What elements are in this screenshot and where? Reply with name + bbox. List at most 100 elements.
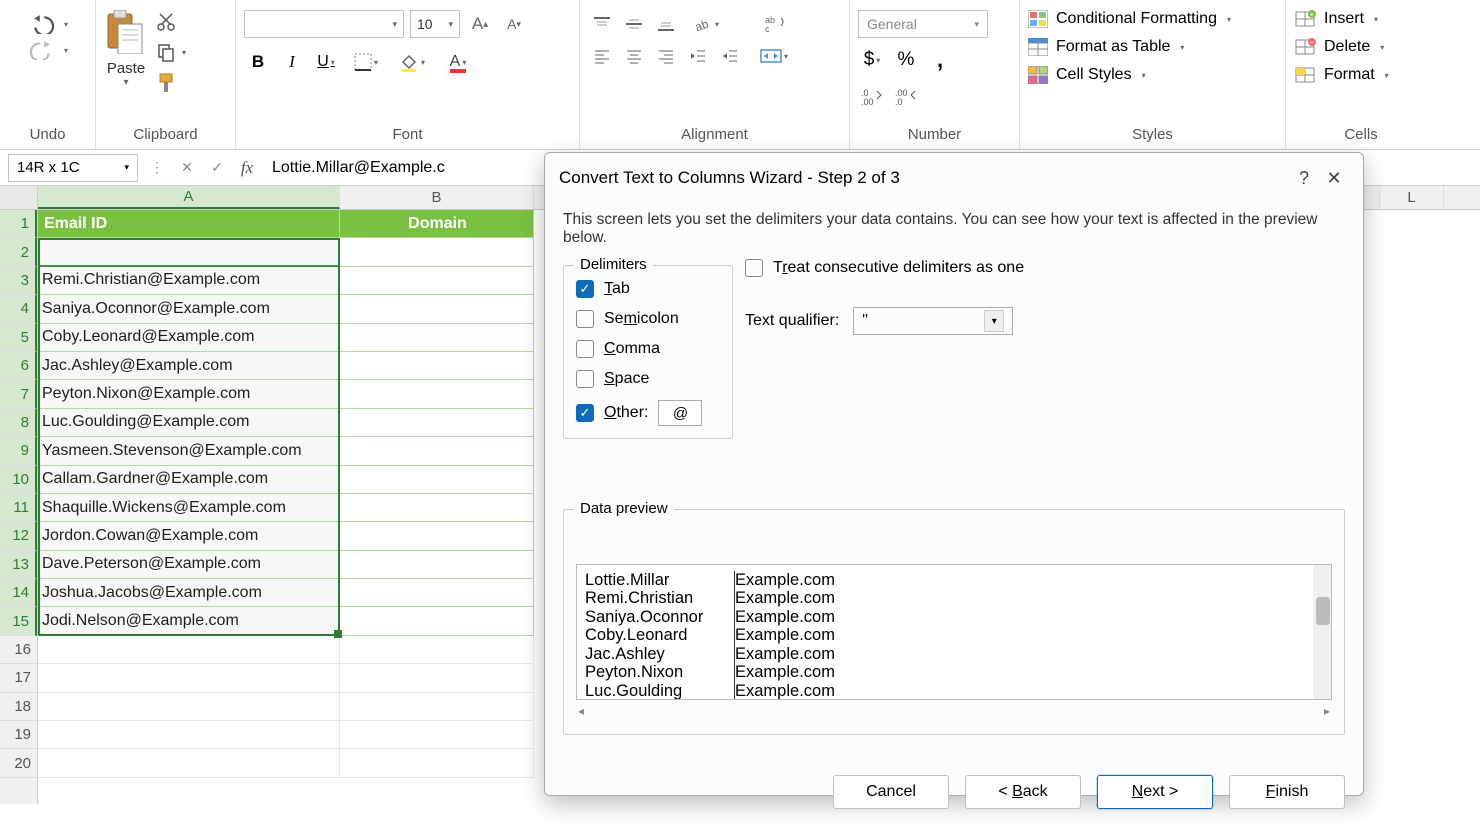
insert-function-button[interactable]: fx xyxy=(236,157,258,179)
data-cell[interactable]: Jac.Ashley@Example.com xyxy=(38,352,340,380)
data-cell[interactable]: Coby.Leonard@Example.com xyxy=(38,324,340,352)
data-cell[interactable] xyxy=(340,238,534,266)
paste-button[interactable]: Paste ▾ xyxy=(104,4,148,88)
row-header[interactable]: 17 xyxy=(0,664,37,692)
row-header[interactable]: 19 xyxy=(0,721,37,749)
header-cell[interactable]: Domain xyxy=(340,210,534,238)
row-header[interactable]: 3 xyxy=(0,267,37,295)
close-button[interactable]: ✕ xyxy=(1319,163,1349,193)
orientation-button[interactable]: ab▾ xyxy=(684,10,728,38)
scroll-left-icon[interactable]: ◂ xyxy=(578,704,584,718)
data-cell[interactable] xyxy=(340,352,534,380)
data-cell[interactable] xyxy=(340,551,534,579)
empty-cell[interactable] xyxy=(38,749,340,777)
row-header[interactable]: 5 xyxy=(0,324,37,352)
back-button[interactable]: < Back xyxy=(965,775,1081,809)
data-cell[interactable] xyxy=(340,607,534,635)
space-checkbox-row[interactable]: Space xyxy=(576,370,746,388)
vertical-scrollbar[interactable] xyxy=(1313,565,1331,699)
decrease-decimal-button[interactable]: .00.0 xyxy=(892,82,920,110)
cut-button[interactable] xyxy=(156,12,186,32)
data-cell[interactable] xyxy=(340,324,534,352)
other-checkbox-row[interactable]: ✓Other: xyxy=(576,400,746,426)
data-cell[interactable]: Remi.Christian@Example.com xyxy=(38,267,340,295)
empty-cell[interactable] xyxy=(340,721,534,749)
empty-cell[interactable] xyxy=(38,664,340,692)
decrease-indent-button[interactable] xyxy=(684,42,712,70)
data-cell[interactable]: Saniya.Oconnor@Example.com xyxy=(38,295,340,323)
underline-button[interactable]: U▾ xyxy=(312,48,340,76)
enter-formula-button[interactable]: ✓ xyxy=(206,157,228,179)
data-cell[interactable]: Dave.Peterson@Example.com xyxy=(38,551,340,579)
comma-style-button[interactable]: , xyxy=(926,46,954,74)
fill-color-button[interactable]: ▾ xyxy=(392,48,432,76)
finish-button[interactable]: Finish xyxy=(1229,775,1345,809)
empty-cell[interactable] xyxy=(340,749,534,777)
merge-center-button[interactable]: ▾ xyxy=(756,42,792,70)
row-header[interactable]: 1 xyxy=(0,210,37,238)
empty-cell[interactable] xyxy=(38,693,340,721)
increase-decimal-button[interactable]: .0.00 xyxy=(858,82,886,110)
row-header[interactable]: 15 xyxy=(0,607,37,635)
semicolon-checkbox-row[interactable]: Semicolon xyxy=(576,310,746,328)
align-middle-button[interactable] xyxy=(620,10,648,38)
row-header[interactable]: 12 xyxy=(0,522,37,550)
row-header[interactable]: 4 xyxy=(0,295,37,323)
copy-button[interactable]: ▾ xyxy=(156,42,186,62)
column-header-b[interactable]: B xyxy=(340,186,534,209)
help-button[interactable]: ? xyxy=(1289,163,1319,193)
row-header[interactable]: 11 xyxy=(0,494,37,522)
align-center-button[interactable] xyxy=(620,42,648,70)
scroll-right-icon[interactable]: ▸ xyxy=(1324,704,1330,718)
dialog-titlebar[interactable]: Convert Text to Columns Wizard - Step 2 … xyxy=(545,153,1363,203)
data-cell[interactable]: Yasmeen.Stevenson@Example.com xyxy=(38,437,340,465)
data-cell[interactable]: Shaquille.Wickens@Example.com xyxy=(38,494,340,522)
align-right-button[interactable] xyxy=(652,42,680,70)
font-name-combo[interactable]: ▾ xyxy=(244,10,404,38)
row-header[interactable]: 2 xyxy=(0,238,37,266)
data-cell[interactable]: Lottie.Millar@Example.com xyxy=(38,238,340,266)
align-left-button[interactable] xyxy=(588,42,616,70)
empty-cell[interactable] xyxy=(340,693,534,721)
data-cell[interactable]: Peyton.Nixon@Example.com xyxy=(38,380,340,408)
data-cell[interactable] xyxy=(340,437,534,465)
row-header[interactable]: 7 xyxy=(0,380,37,408)
next-button[interactable]: Next > xyxy=(1097,775,1213,809)
percent-button[interactable]: % xyxy=(892,46,920,74)
format-cells-button[interactable]: Format▾ xyxy=(1294,66,1389,84)
row-header[interactable]: 10 xyxy=(0,466,37,494)
data-cell[interactable] xyxy=(340,494,534,522)
column-header-a[interactable]: A xyxy=(38,186,340,209)
row-header[interactable]: 13 xyxy=(0,551,37,579)
empty-cell[interactable] xyxy=(340,636,534,664)
other-delimiter-input[interactable] xyxy=(658,400,702,426)
increase-indent-button[interactable] xyxy=(716,42,744,70)
text-qualifier-combo[interactable]: "▾ xyxy=(853,307,1013,335)
align-bottom-button[interactable] xyxy=(652,10,680,38)
header-cell[interactable]: Email ID xyxy=(38,210,340,238)
tab-checkbox-row[interactable]: ✓TTabab xyxy=(576,280,746,298)
cell-styles-button[interactable]: Cell Styles▾ xyxy=(1028,66,1146,84)
undo-button[interactable]: ▾ xyxy=(28,14,68,34)
data-cell[interactable]: Callam.Gardner@Example.com xyxy=(38,466,340,494)
row-header[interactable]: 20 xyxy=(0,749,37,777)
font-size-combo[interactable]: 10▾ xyxy=(410,10,460,38)
row-header[interactable]: 14 xyxy=(0,579,37,607)
increase-font-button[interactable]: A▴ xyxy=(466,10,494,38)
select-all-corner[interactable] xyxy=(0,186,37,210)
accounting-format-button[interactable]: $▾ xyxy=(858,46,886,74)
row-header[interactable]: 16 xyxy=(0,636,37,664)
row-header[interactable]: 6 xyxy=(0,352,37,380)
data-cell[interactable] xyxy=(340,466,534,494)
bold-button[interactable]: B xyxy=(244,48,272,76)
data-cell[interactable] xyxy=(340,267,534,295)
horizontal-scrollbar[interactable]: ◂▸ xyxy=(576,700,1332,722)
data-cell[interactable] xyxy=(340,380,534,408)
number-format-combo[interactable]: General▾ xyxy=(858,10,988,38)
redo-button[interactable]: ▾ xyxy=(28,40,68,60)
name-box[interactable]: 14R x 1C▾ xyxy=(8,154,138,182)
data-cell[interactable]: Joshua.Jacobs@Example.com xyxy=(38,579,340,607)
empty-cell[interactable] xyxy=(340,664,534,692)
comma-checkbox-row[interactable]: Comma xyxy=(576,340,746,358)
data-cell[interactable] xyxy=(340,295,534,323)
